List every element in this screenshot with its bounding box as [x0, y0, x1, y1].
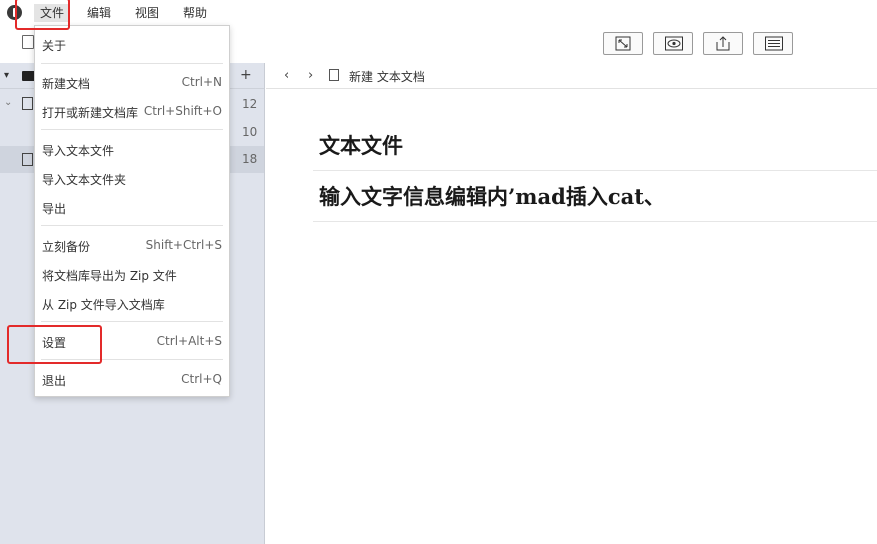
menu-item-shortcut: Ctrl+Alt+S — [156, 334, 222, 348]
menu-divider — [41, 225, 223, 226]
item-count: 10 — [242, 125, 258, 139]
menu-item-open-library[interactable]: 打开或新建文档库 Ctrl+Shift+O — [35, 98, 229, 124]
add-button[interactable]: + — [240, 67, 252, 83]
menu-item-shortcut: Ctrl+Q — [181, 372, 222, 386]
menu-item-shortcut: Shift+Ctrl+S — [145, 238, 222, 252]
document-icon — [22, 97, 33, 110]
menu-item-label: 将文档库导出为 Zip 文件 — [42, 269, 177, 283]
menu-divider — [41, 63, 223, 64]
menu-item-label: 从 Zip 文件导入文档库 — [42, 298, 165, 312]
menu-item-label: 新建文档 — [42, 77, 91, 91]
menu-item-shortcut: Ctrl+N — [181, 75, 222, 89]
menu-item-label: 关于 — [42, 39, 67, 53]
editor-line[interactable]: 输入文字信息编辑内’mad插入cat、 — [313, 176, 877, 222]
menu-edit[interactable]: 编辑 — [87, 4, 111, 22]
outline-icon — [765, 36, 783, 51]
menu-item-backup-now[interactable]: 立刻备份 Shift+Ctrl+S — [35, 232, 229, 258]
share-button[interactable] — [703, 32, 743, 55]
menu-item-label: 立刻备份 — [42, 240, 91, 254]
share-icon — [716, 36, 730, 51]
menu-item-import-file[interactable]: 导入文本文件 — [35, 136, 229, 162]
item-count: 18 — [242, 152, 258, 166]
menu-help[interactable]: 帮助 — [183, 4, 207, 22]
menu-item-import-folder[interactable]: 导入文本文件夹 — [35, 165, 229, 191]
breadcrumb: ‹ › 新建 文本文档 — [266, 63, 877, 89]
menu-divider — [41, 129, 223, 130]
chevron-down-icon[interactable]: ▾ — [4, 70, 9, 81]
menu-view[interactable]: 视图 — [135, 4, 159, 22]
outline-button[interactable] — [753, 32, 793, 55]
eye-icon — [665, 36, 683, 51]
menu-item-about[interactable]: 关于 — [35, 31, 229, 57]
menu-item-quit[interactable]: 退出 Ctrl+Q — [35, 366, 229, 392]
menu-bar: 文件 编辑 视图 帮助 — [0, 0, 877, 25]
menu-item-label: 导出 — [42, 202, 67, 216]
back-button[interactable]: ‹ — [284, 68, 289, 83]
menu-item-shortcut: Ctrl+Shift+O — [143, 104, 222, 118]
document-icon[interactable] — [22, 35, 34, 49]
item-count: 12 — [242, 97, 258, 111]
file-menu-highlight — [15, 0, 70, 30]
editor-line[interactable]: 文本文件 — [313, 126, 877, 171]
menu-item-label: 打开或新建文档库 — [42, 106, 139, 120]
chevron-down-icon[interactable]: ⌄ — [4, 97, 12, 108]
menu-item-new-document[interactable]: 新建文档 Ctrl+N — [35, 69, 229, 95]
preview-button[interactable] — [653, 32, 693, 55]
document-icon — [329, 69, 339, 81]
menu-item-import-zip[interactable]: 从 Zip 文件导入文档库 — [35, 290, 229, 316]
app-window: 文件 编辑 视图 帮助 ▾ + ⌄ 12 10 18 ‹ › 新建 文本文档 文… — [0, 0, 877, 544]
expand-button[interactable] — [603, 32, 643, 55]
settings-highlight — [7, 325, 102, 364]
menu-divider — [41, 321, 223, 322]
menu-item-label: 导入文本文件 — [42, 144, 115, 158]
forward-button[interactable]: › — [308, 68, 313, 83]
document-title: 新建 文本文档 — [349, 70, 425, 84]
document-icon — [22, 153, 33, 166]
expand-icon — [615, 36, 631, 51]
menu-item-export-zip[interactable]: 将文档库导出为 Zip 文件 — [35, 261, 229, 287]
menu-item-export[interactable]: 导出 — [35, 194, 229, 220]
menu-item-label: 导入文本文件夹 — [42, 173, 127, 187]
menu-item-label: 退出 — [42, 374, 67, 388]
